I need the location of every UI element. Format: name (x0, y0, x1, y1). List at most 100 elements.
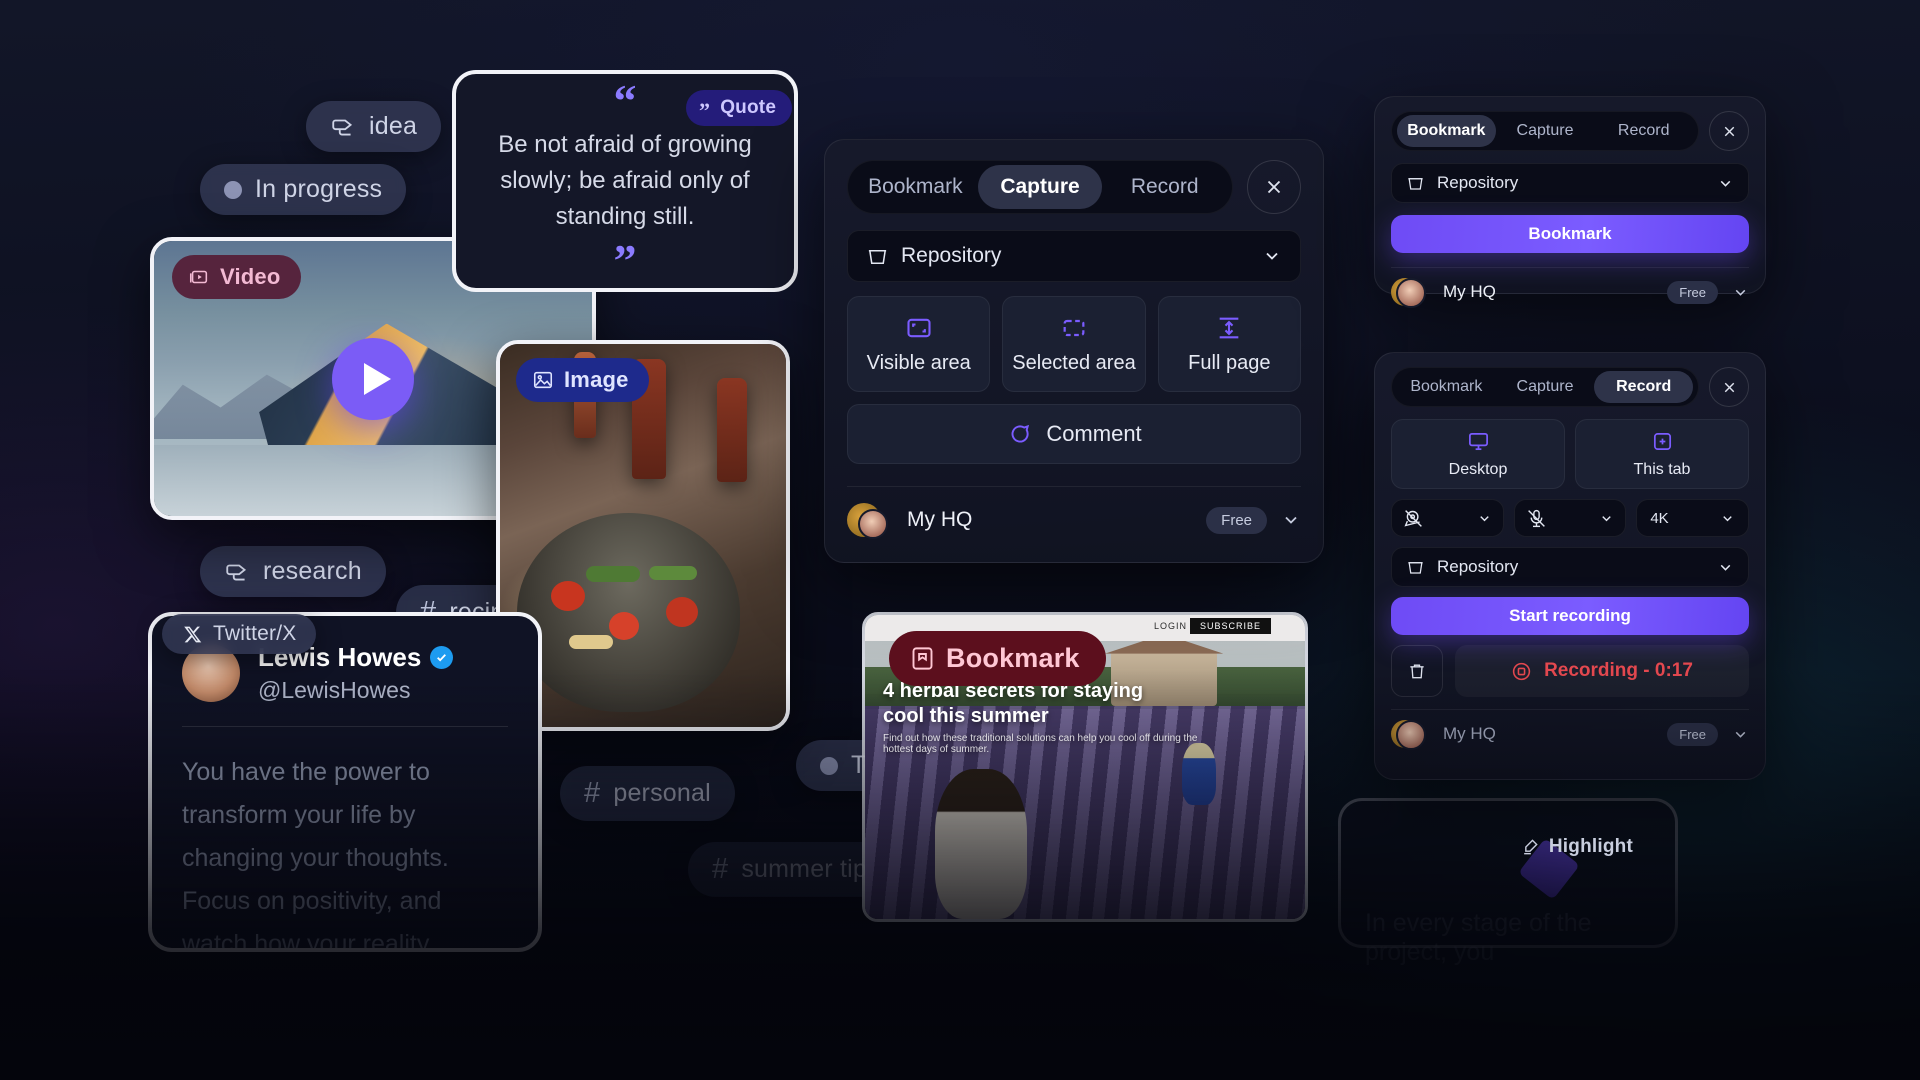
comment-label: Comment (1046, 421, 1142, 446)
capture-mode-full-page-label: Full page (1188, 351, 1271, 374)
record-device-row: 4K (1391, 499, 1749, 537)
mic-off-icon (1527, 509, 1545, 527)
record-source-this-tab[interactable]: This tab (1575, 419, 1749, 489)
tab-capture[interactable]: Capture (1496, 115, 1595, 147)
chip-summer-tip-label: summer tip (741, 855, 867, 883)
chip-in-progress[interactable]: In progress (200, 164, 407, 215)
repository-select[interactable]: Repository (1391, 163, 1749, 203)
quality-value: 4K (1650, 509, 1669, 527)
record-panel-tabs[interactable]: Bookmark Capture Record (1391, 367, 1699, 407)
status-dot-icon (820, 756, 838, 775)
site-login-link[interactable]: LOGIN (1154, 621, 1187, 631)
video-icon (189, 270, 208, 284)
highlight-card[interactable]: Highlight In every stage of the project,… (1338, 798, 1678, 966)
tab-record[interactable]: Record (1594, 115, 1693, 147)
comment-button[interactable]: Comment (847, 404, 1301, 464)
chip-research[interactable]: research (200, 546, 386, 597)
capture-panel[interactable]: Bookmark Capture Record Repository Visib… (824, 139, 1324, 563)
bookmark-icon (912, 647, 933, 670)
microphone-select[interactable] (1513, 499, 1627, 537)
recording-status-row: Recording - 0:17 (1391, 645, 1749, 697)
quote-text: Be not afraid of growing slowly; be afra… (498, 131, 752, 230)
chevron-down-icon[interactable] (1732, 726, 1749, 743)
bookmark-action-button[interactable]: Bookmark (1391, 215, 1749, 253)
bookmark-panel[interactable]: Bookmark Capture Record Repository Bookm… (1374, 96, 1766, 308)
chevron-down-icon[interactable] (1732, 284, 1749, 301)
chip-research-label: research (263, 557, 362, 585)
bookmark-badge: Bookmark (889, 631, 1106, 686)
verified-badge-icon (430, 646, 454, 669)
capture-mode-visible-area[interactable]: Visible area (847, 296, 991, 392)
trash-icon (1410, 664, 1424, 679)
chip-summer-tip[interactable]: # summer tip (688, 842, 891, 897)
close-icon (1724, 126, 1734, 136)
tab-bookmark[interactable]: Bookmark (853, 165, 978, 209)
canvas: idea In progress research # recipe # per… (0, 0, 1920, 1080)
quote-close-mark: ” (613, 235, 637, 286)
play-button[interactable] (332, 337, 414, 420)
bookmark-badge-label: Bookmark (946, 643, 1080, 673)
repository-icon (1408, 177, 1423, 190)
close-button[interactable] (1247, 160, 1301, 214)
tweet-source-chip[interactable]: Twitter/X (162, 614, 317, 654)
quote-open-mark: “ (613, 74, 637, 126)
highlight-text: In every stage of the project, you (1365, 909, 1592, 966)
repository-select[interactable]: Repository (847, 230, 1301, 282)
repository-value: Repository (1437, 173, 1519, 192)
tab-capture[interactable]: Capture (1496, 371, 1595, 403)
bookmark-subhead: Find out how these traditional solutions… (883, 733, 1198, 755)
tab-record[interactable]: Record (1102, 165, 1227, 209)
chip-idea-label: idea (369, 112, 418, 140)
full-page-icon (1219, 317, 1239, 338)
site-subscribe-button[interactable]: SUBSCRIBE (1189, 618, 1271, 634)
chevron-down-icon[interactable] (1281, 510, 1301, 530)
tweet-card[interactable]: Lewis Howes @LewisHowes You have the pow… (148, 612, 542, 952)
record-source-desktop[interactable]: Desktop (1391, 419, 1565, 489)
quote-badge: ” Quote (686, 90, 793, 126)
tab-capture[interactable]: Capture (977, 165, 1103, 209)
tab-bookmark[interactable]: Bookmark (1397, 115, 1496, 147)
tab-bookmark[interactable]: Bookmark (1397, 371, 1496, 403)
repository-icon (868, 249, 887, 264)
comment-icon (1011, 424, 1030, 443)
close-icon (1724, 382, 1734, 392)
close-button[interactable] (1709, 111, 1749, 151)
bookmark-headline: 4 herbal secrets for staying cool this s… (883, 680, 1144, 727)
discard-recording-button[interactable] (1391, 645, 1443, 697)
stop-recording-icon (1512, 662, 1531, 680)
bookmark-preview-card[interactable]: LOGIN SUBSCRIBE 4 herbal secrets for sta… (862, 612, 1308, 922)
highlighter-icon (1524, 839, 1538, 855)
capture-panel-tabs[interactable]: Bookmark Capture Record (847, 160, 1233, 214)
tweet-handle: @LewisHowes (258, 677, 411, 703)
workspace-name: My HQ (1443, 282, 1496, 301)
video-badge-label: Video (220, 264, 281, 289)
record-panel[interactable]: Bookmark Capture Record Desktop This tab (1374, 352, 1766, 780)
hash-icon: # (712, 853, 729, 885)
recording-indicator[interactable]: Recording - 0:17 (1455, 645, 1749, 697)
repository-value: Repository (1437, 557, 1519, 576)
capture-mode-visible-area-label: Visible area (866, 351, 971, 374)
quality-select[interactable]: 4K (1636, 499, 1749, 537)
capture-mode-selected-area[interactable]: Selected area (1002, 296, 1146, 392)
chevron-down-icon (1602, 515, 1612, 521)
tab-record[interactable]: Record (1594, 371, 1694, 403)
capture-mode-full-page[interactable]: Full page (1157, 296, 1301, 392)
record-panel-header: Bookmark Capture Record (1391, 367, 1749, 407)
tag-icon (226, 564, 247, 581)
chip-in-progress-label: In progress (255, 175, 383, 203)
chip-personal[interactable]: # personal (560, 766, 735, 821)
record-source-grid: Desktop This tab (1391, 419, 1749, 489)
selected-area-icon (1063, 319, 1085, 336)
quote-mark-icon: ” (699, 98, 711, 124)
hash-icon: # (584, 777, 601, 809)
repository-select[interactable]: Repository (1391, 547, 1749, 587)
capture-panel-footer: My HQ Free (847, 486, 1301, 553)
camera-select[interactable] (1391, 499, 1504, 537)
chevron-down-icon (1479, 515, 1489, 521)
chip-idea[interactable]: idea (306, 101, 442, 152)
close-button[interactable] (1709, 367, 1749, 407)
tweet-source-label: Twitter/X (213, 622, 297, 645)
start-recording-button[interactable]: Start recording (1391, 597, 1749, 635)
bookmark-panel-tabs[interactable]: Bookmark Capture Record (1391, 111, 1699, 151)
quote-badge-label: Quote (720, 97, 777, 118)
